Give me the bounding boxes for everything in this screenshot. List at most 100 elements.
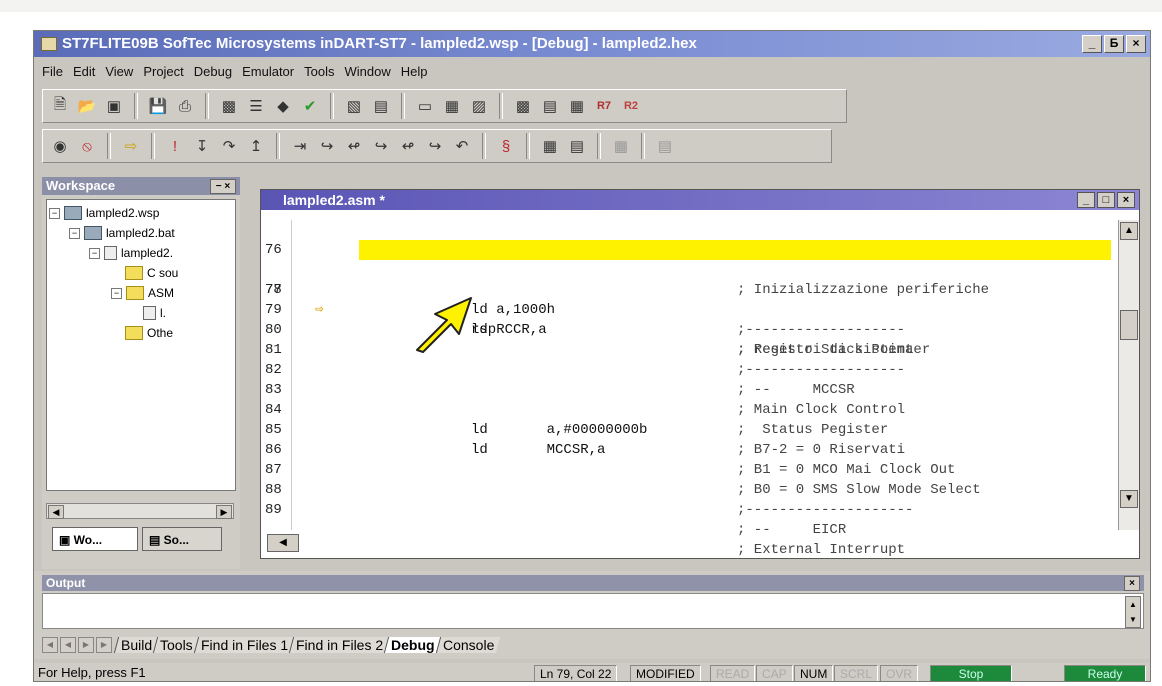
- tree-node-asm[interactable]: − ASM: [111, 284, 174, 302]
- menu-window[interactable]: Window: [344, 61, 390, 83]
- r7-button[interactable]: R7: [593, 95, 615, 117]
- breakpoint-icon[interactable]: !: [164, 135, 186, 157]
- chip4-icon[interactable]: ▤: [654, 135, 676, 157]
- tab-console[interactable]: Console: [435, 637, 501, 653]
- halt-icon[interactable]: ↶: [451, 135, 473, 157]
- first-tab-icon[interactable]: ◀: [42, 637, 58, 653]
- tree-node-project[interactable]: − lampled2.bat: [69, 224, 175, 242]
- tab-find-in-files-1[interactable]: Find in Files 1: [193, 637, 295, 653]
- menu-bar: File Edit View Project Debug Emulator To…: [42, 61, 427, 83]
- scroll-down-icon[interactable]: ▼: [1120, 490, 1138, 508]
- chip3-icon[interactable]: ▦: [610, 135, 632, 157]
- save-icon[interactable]: 💾: [147, 95, 169, 117]
- go-icon[interactable]: ⇨: [120, 135, 142, 157]
- find-icon[interactable]: ▩: [218, 95, 240, 117]
- trace3-icon[interactable]: ↪: [370, 135, 392, 157]
- open-folder-icon[interactable]: 📂: [76, 95, 98, 117]
- build-icon[interactable]: ☰: [245, 95, 267, 117]
- trace5-icon[interactable]: ↪: [424, 135, 446, 157]
- code-line: 86 ; B0 = 0 SMS Slow Mode Select: [261, 420, 1111, 498]
- compile-icon[interactable]: ◆: [272, 95, 294, 117]
- tree-node-target[interactable]: − lampled2.: [89, 244, 173, 262]
- workspace-horizontal-scrollbar[interactable]: ◀ ▶: [46, 503, 234, 519]
- check-icon[interactable]: ✔: [299, 95, 321, 117]
- toolbar-separator: [330, 93, 334, 119]
- tab-build[interactable]: Build: [113, 637, 159, 653]
- maximize-button[interactable]: Б: [1104, 35, 1124, 53]
- code-line-current: 77 ⇨ rsp ; resetto Stack Pointer: [261, 240, 1111, 358]
- scroll-left-icon[interactable]: ◀: [48, 505, 64, 519]
- step-icon[interactable]: ↧: [191, 135, 213, 157]
- last-tab-icon[interactable]: ▶: [96, 637, 112, 653]
- prev-tab-icon[interactable]: ◀: [60, 637, 76, 653]
- comment: ;--------------------: [737, 502, 914, 518]
- menu-file[interactable]: File: [42, 61, 63, 83]
- watch-icon[interactable]: ▨: [468, 95, 490, 117]
- collapse-icon[interactable]: −: [111, 287, 122, 299]
- tab-debug[interactable]: Debug: [383, 637, 441, 653]
- output-text-area[interactable]: ▲ ▼: [42, 593, 1144, 629]
- io-icon[interactable]: ▦: [566, 95, 588, 117]
- menu-help[interactable]: Help: [401, 61, 428, 83]
- output-close-icon[interactable]: ×: [1124, 576, 1140, 591]
- trace-icon[interactable]: ↪: [316, 135, 338, 157]
- chip2-icon[interactable]: ▤: [566, 135, 588, 157]
- disasm-icon[interactable]: ▤: [539, 95, 561, 117]
- scrollbar-thumb[interactable]: [1120, 310, 1138, 340]
- code-area[interactable]: 76 ; Inizializzazione periferiche 77 ⇨ r…: [261, 220, 1111, 558]
- tab-sources[interactable]: ▤ So...: [142, 527, 222, 551]
- reset-icon[interactable]: ◉: [49, 135, 71, 157]
- scroll-up-icon[interactable]: ▲: [1120, 222, 1138, 240]
- tab-find-in-files-2[interactable]: Find in Files 2: [288, 637, 390, 653]
- tree-node-other[interactable]: Othe: [125, 324, 173, 342]
- stop-icon[interactable]: ⦸: [76, 135, 98, 157]
- next-tab-icon[interactable]: ▶: [78, 637, 94, 653]
- r2-button[interactable]: R2: [620, 95, 642, 117]
- output-scrollbar[interactable]: ▲ ▼: [1125, 596, 1141, 628]
- collapse-icon[interactable]: −: [69, 227, 80, 239]
- collapse-icon[interactable]: −: [49, 207, 60, 219]
- print-icon[interactable]: ⎙: [174, 95, 196, 117]
- menu-debug[interactable]: Debug: [194, 61, 232, 83]
- menu-project[interactable]: Project: [143, 61, 183, 83]
- trace2-icon[interactable]: ↫: [343, 135, 365, 157]
- run-to-icon[interactable]: ⇥: [289, 135, 311, 157]
- status-num: NUM: [794, 665, 834, 681]
- tab-label: Tools: [160, 637, 193, 653]
- menu-tools[interactable]: Tools: [304, 61, 334, 83]
- output-icon[interactable]: ▤: [370, 95, 392, 117]
- new-file-icon[interactable]: 🗎: [49, 95, 71, 117]
- step-out-icon[interactable]: ↥: [245, 135, 267, 157]
- menu-view[interactable]: View: [105, 61, 133, 83]
- minimize-button[interactable]: _: [1082, 35, 1102, 53]
- code-line: 89 ; External Interrupt: [261, 480, 1111, 558]
- tree-node-workspace[interactable]: − lampled2.wsp: [49, 204, 159, 222]
- chip-icon[interactable]: ▦: [539, 135, 561, 157]
- sources-tab-icon: ▤: [149, 533, 164, 547]
- memory-icon[interactable]: ▭: [414, 95, 436, 117]
- scroll-right-icon[interactable]: ▶: [216, 505, 232, 519]
- tree-node-asm-file[interactable]: l.: [143, 304, 166, 322]
- menu-emulator[interactable]: Emulator: [242, 61, 294, 83]
- editor-maximize-button[interactable]: □: [1097, 192, 1115, 208]
- workspace-close-icon[interactable]: − ×: [210, 179, 236, 194]
- editor-close-button[interactable]: ×: [1117, 192, 1135, 208]
- tree-node-c-sources[interactable]: C sou: [125, 264, 178, 282]
- close-button[interactable]: ×: [1126, 35, 1146, 53]
- window-icon[interactable]: ▧: [343, 95, 365, 117]
- editor-vertical-scrollbar[interactable]: ▲ ▼: [1118, 220, 1139, 530]
- editor-window: lampled2.asm * _ □ × 76 ; Inizializzazio…: [260, 189, 1140, 559]
- editor-scroll-left-icon[interactable]: ◀: [267, 534, 299, 552]
- step-over-icon[interactable]: ↷: [218, 135, 240, 157]
- editor-minimize-button[interactable]: _: [1077, 192, 1095, 208]
- tab-workspace[interactable]: ▣ Wo...: [52, 527, 138, 551]
- registers-icon[interactable]: ▦: [441, 95, 463, 117]
- stack-icon[interactable]: ▩: [512, 95, 534, 117]
- collapse-icon[interactable]: −: [89, 247, 100, 259]
- tab-tools[interactable]: Tools: [152, 637, 199, 653]
- folder-icon: [125, 326, 143, 340]
- open-workspace-icon[interactable]: ▣: [103, 95, 125, 117]
- menu-edit[interactable]: Edit: [73, 61, 95, 83]
- trace4-icon[interactable]: ↫: [397, 135, 419, 157]
- emu-icon[interactable]: §: [495, 135, 517, 157]
